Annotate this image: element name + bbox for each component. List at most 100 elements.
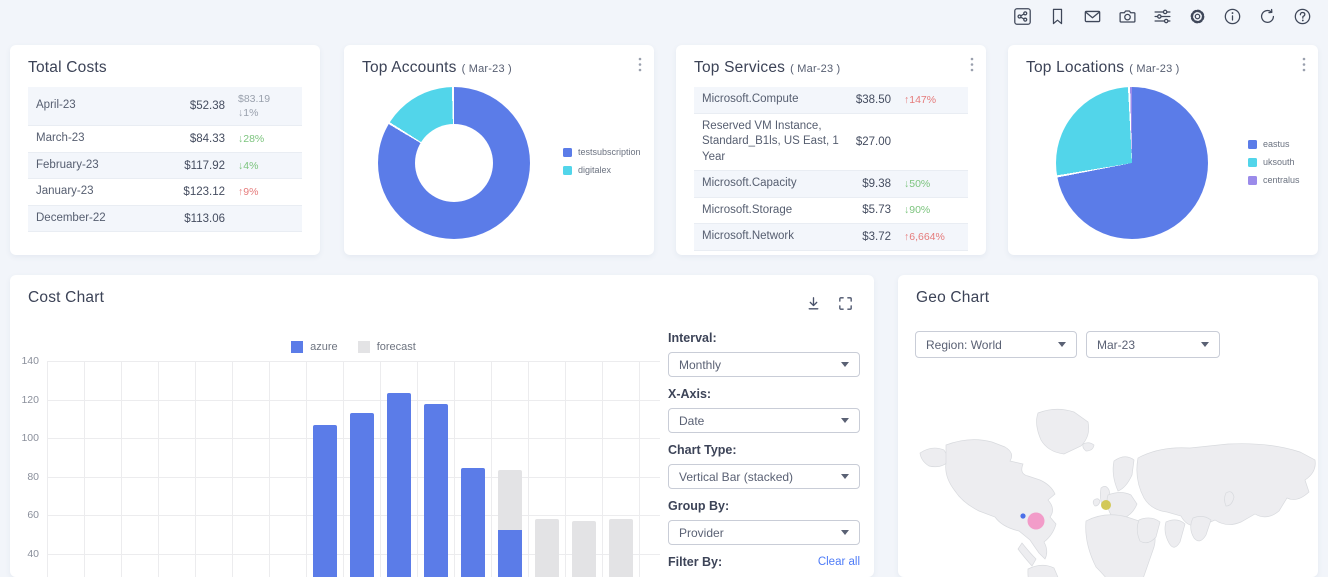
y-axis-tick-label: 80 xyxy=(13,471,39,483)
row-trend: $83.19↓1% xyxy=(225,92,294,120)
accounts-donut-chart[interactable] xyxy=(378,87,530,239)
legend-swatch xyxy=(1248,176,1257,185)
fullscreen-icon[interactable] xyxy=(837,295,854,312)
card-title: Top Services( Mar-23 ) xyxy=(694,59,840,77)
table-row: Reserved VM Instance, Standard_B1ls, US … xyxy=(694,114,968,172)
dropdown-group-by[interactable]: Provider xyxy=(668,520,860,545)
card-subtitle: ( Mar-23 ) xyxy=(790,63,840,75)
gridline xyxy=(121,361,122,577)
gridline xyxy=(269,361,270,577)
legend-item[interactable]: digitalex xyxy=(563,165,641,175)
refresh-icon[interactable] xyxy=(1258,7,1277,26)
legend-item[interactable]: centralus xyxy=(1248,175,1300,185)
top-toolbar xyxy=(1013,7,1312,26)
download-icon[interactable] xyxy=(805,295,822,312)
gridline xyxy=(491,361,492,577)
chevron-down-icon xyxy=(841,474,849,479)
table-row: March-23$84.33↓28% xyxy=(28,126,302,153)
legend-swatch xyxy=(1248,140,1257,149)
dropdown-value: Vertical Bar (stacked) xyxy=(679,470,793,484)
legend-label: testsubscription xyxy=(578,147,641,157)
chevron-down-icon xyxy=(841,418,849,423)
row-trend: ↑9% xyxy=(225,185,294,199)
control-label: Interval: xyxy=(668,331,860,345)
control-label: Chart Type: xyxy=(668,443,860,457)
gridline xyxy=(47,400,660,401)
row-value: $84.33 xyxy=(179,133,225,145)
y-axis-tick-label: 140 xyxy=(13,355,39,367)
bar-forecast[interactable] xyxy=(498,470,522,529)
kebab-menu-icon[interactable] xyxy=(970,57,974,72)
bar-azure[interactable] xyxy=(424,404,448,577)
gridline xyxy=(84,361,85,577)
cost-chart-actions xyxy=(805,295,854,312)
sliders-icon[interactable] xyxy=(1153,7,1172,26)
help-icon[interactable] xyxy=(1293,7,1312,26)
legend-label: forecast xyxy=(377,341,416,353)
dropdown-interval[interactable]: Monthly xyxy=(668,352,860,377)
row-value: $5.73 xyxy=(845,204,891,216)
bar-forecast[interactable] xyxy=(609,519,633,577)
legend-label: centralus xyxy=(1263,175,1300,185)
marker-us-east[interactable] xyxy=(1028,513,1045,530)
bar-azure[interactable] xyxy=(461,468,485,577)
bar-azure[interactable] xyxy=(498,530,522,577)
legend-label: eastus xyxy=(1263,139,1290,149)
region-select[interactable]: Region: World xyxy=(915,331,1077,358)
row-value: $3.72 xyxy=(845,231,891,243)
kebab-menu-icon[interactable] xyxy=(1302,57,1306,72)
legend-item[interactable]: testsubscription xyxy=(563,147,641,157)
top-services-card: Top Services( Mar-23 ) Microsoft.Compute… xyxy=(676,45,986,255)
table-row: December-22$113.06 xyxy=(28,206,302,233)
row-trend: ↓4% xyxy=(225,159,294,173)
row-trend: ↓50% xyxy=(891,177,960,191)
bookmark-icon[interactable] xyxy=(1048,7,1067,26)
gridline xyxy=(47,361,48,577)
camera-icon[interactable] xyxy=(1118,7,1137,26)
legend-label: digitalex xyxy=(578,165,611,175)
card-title: Top Locations( Mar-23 ) xyxy=(1026,59,1180,77)
dropdown-x-axis[interactable]: Date xyxy=(668,408,860,433)
gridline xyxy=(639,361,640,577)
dropdown-chart-type[interactable]: Vertical Bar (stacked) xyxy=(668,464,860,489)
settings-gear-icon[interactable] xyxy=(1188,7,1207,26)
legend-item[interactable]: azure xyxy=(291,341,338,353)
row-label: Microsoft.Capacity xyxy=(702,176,845,192)
bar-azure[interactable] xyxy=(350,413,374,577)
row-value: $9.38 xyxy=(845,178,891,190)
mail-icon[interactable] xyxy=(1083,7,1102,26)
locations-pie-chart[interactable] xyxy=(1056,87,1208,239)
table-row: February-23$117.92↓4% xyxy=(28,153,302,180)
bar-forecast[interactable] xyxy=(535,519,559,577)
table-row: Microsoft.Network$3.72↑6,664% xyxy=(694,224,968,251)
bar-forecast[interactable] xyxy=(572,521,596,577)
share-icon[interactable] xyxy=(1013,7,1032,26)
table-row: January-23$123.12↑9% xyxy=(28,179,302,206)
kebab-menu-icon[interactable] xyxy=(638,57,642,72)
legend-item[interactable]: forecast xyxy=(358,341,416,353)
gridline xyxy=(602,361,603,577)
month-select[interactable]: Mar-23 xyxy=(1086,331,1220,358)
y-axis-tick-label: 120 xyxy=(13,394,39,406)
row-trend: ↑147% xyxy=(891,93,960,107)
world-map-land xyxy=(920,409,1315,577)
bar-azure[interactable] xyxy=(387,393,411,577)
control-label: X-Axis: xyxy=(668,387,860,401)
gridline xyxy=(343,361,344,577)
clear-all-link[interactable]: Clear all xyxy=(818,556,860,568)
world-map xyxy=(898,403,1318,577)
gridline xyxy=(158,361,159,577)
legend-item[interactable]: uksouth xyxy=(1248,157,1300,167)
legend-label: azure xyxy=(310,341,338,353)
legend-item[interactable]: eastus xyxy=(1248,139,1300,149)
bar-azure[interactable] xyxy=(313,425,337,577)
legend-label: uksouth xyxy=(1263,157,1295,167)
marker-us-small[interactable] xyxy=(1020,513,1025,518)
locations-legend: eastus uksouth centralus xyxy=(1248,139,1300,185)
y-axis-tick-label: 100 xyxy=(13,432,39,444)
table-row: Microsoft.Compute$38.50↑147% xyxy=(694,87,968,114)
info-icon[interactable] xyxy=(1223,7,1242,26)
row-value: $117.92 xyxy=(179,160,225,172)
geo-chart-card: Geo Chart Region: World Mar-23 xyxy=(898,275,1318,577)
marker-uk[interactable] xyxy=(1101,500,1111,510)
